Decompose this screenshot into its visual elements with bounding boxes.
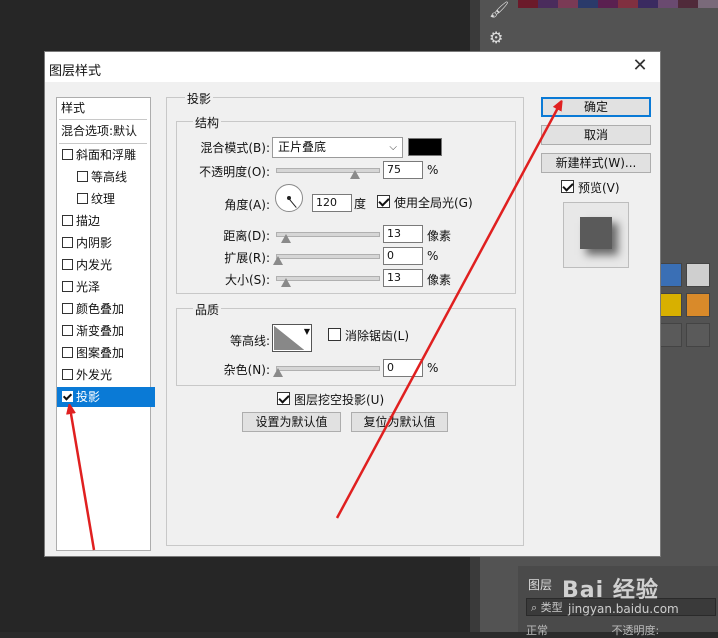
annotation-arrow-drop-shadow	[70, 408, 96, 551]
annotation-arrow-ok	[335, 104, 560, 519]
annotation-arrows	[0, 0, 718, 551]
